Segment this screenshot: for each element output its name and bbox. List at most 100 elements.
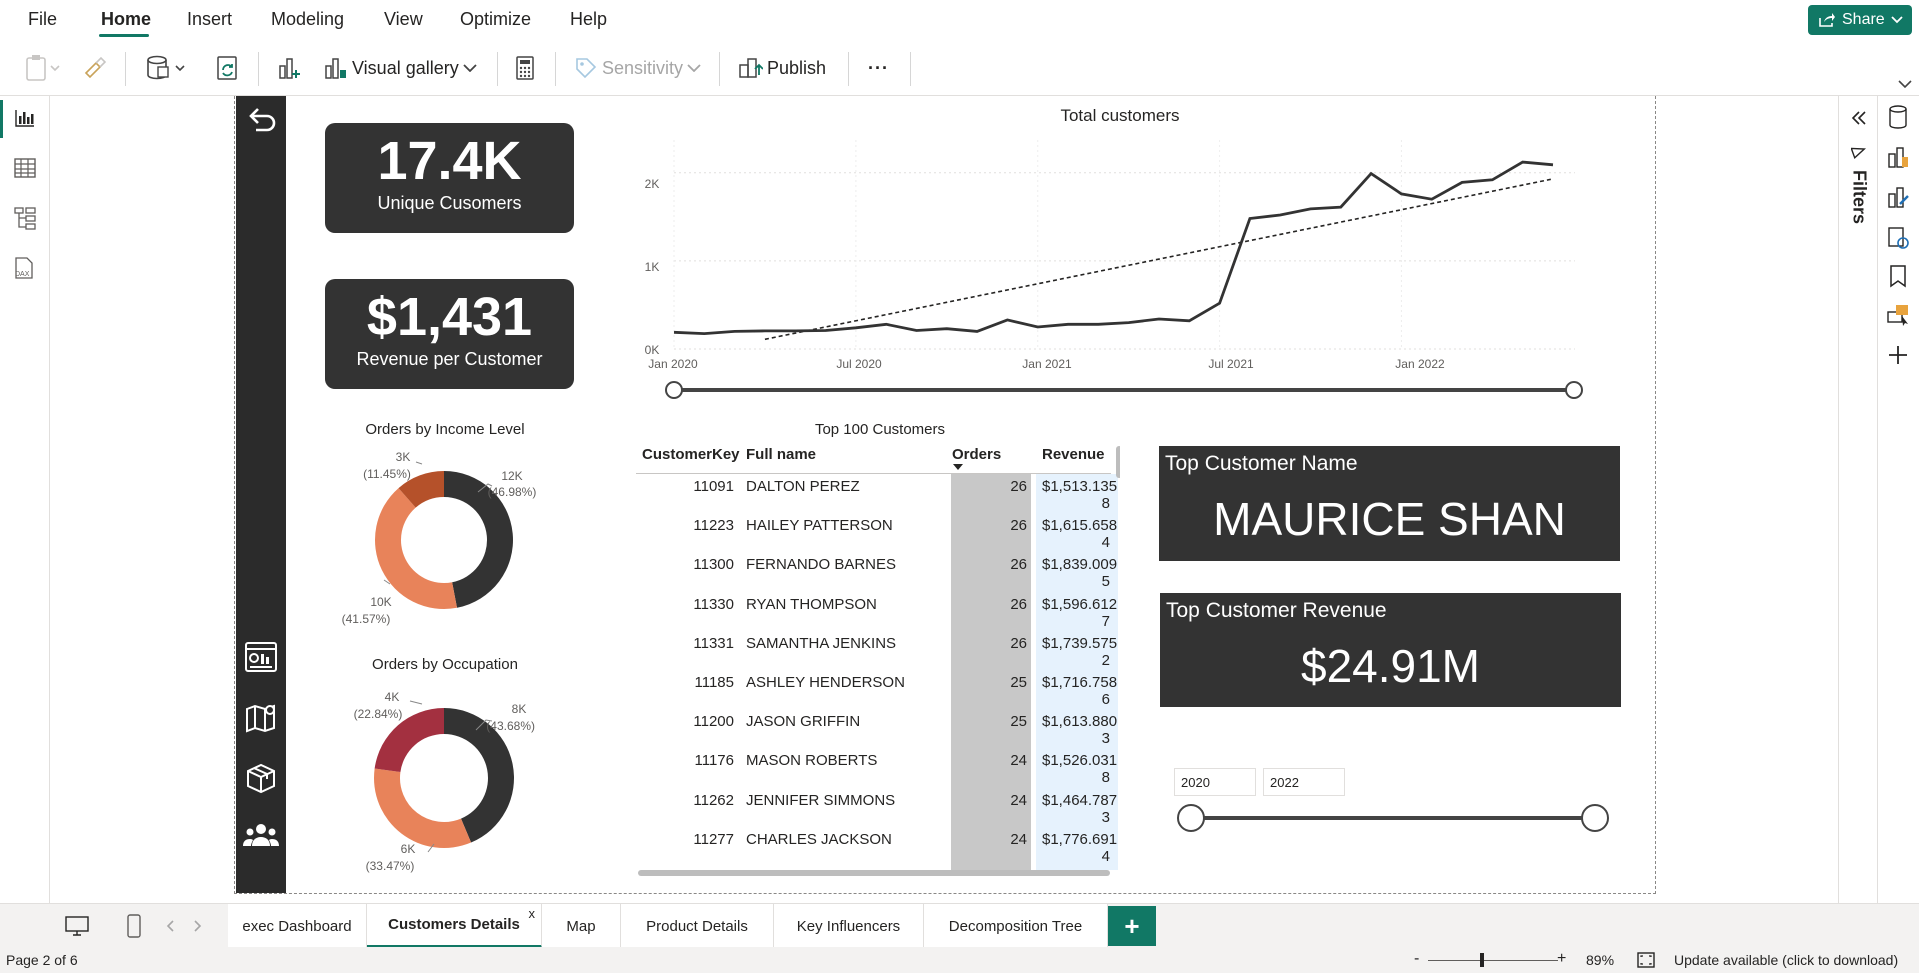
table-row[interactable]: 11262 JENNIFER SIMMONS 24 $1,464.787 3: [636, 788, 1117, 827]
selection-pane-icon[interactable]: [1886, 302, 1912, 328]
income-label-12k-pct: (46.98%): [488, 485, 537, 499]
unique-customers-card[interactable]: 17.4K Unique Cusomers: [325, 123, 574, 233]
income-donut-title: Orders by Income Level: [365, 421, 525, 438]
dashboard-nav-icon[interactable]: [244, 640, 278, 674]
cell-full-name: DALTON PEREZ: [746, 478, 860, 495]
calculator-button[interactable]: [514, 50, 536, 86]
table-row[interactable]: 11277 CHARLES JACKSON 24 $1,776.691 4: [636, 827, 1117, 866]
mobile-layout-icon[interactable]: [126, 913, 142, 939]
table-horizontal-scrollbar[interactable]: [638, 870, 1110, 876]
collapse-ribbon-icon[interactable]: [1898, 80, 1912, 88]
sensitivity-button[interactable]: Sensitivity: [574, 50, 701, 86]
table-row[interactable]: 11300 FERNANDO BARNES 26 $1,839.009 5: [636, 552, 1117, 591]
table-view-icon[interactable]: [14, 158, 36, 178]
occupation-donut-chart[interactable]: 8K (43.68%) 4K (22.84%) 6K (33.47%): [330, 676, 580, 876]
table-row[interactable]: 11331 SAMANTHA JENKINS 26 $1,739.575 2: [636, 631, 1117, 670]
update-available-link[interactable]: Update available (click to download): [1674, 952, 1898, 968]
menu-optimize[interactable]: Optimize: [460, 9, 531, 30]
slicer-to-input[interactable]: 2022: [1263, 768, 1345, 796]
card-title: Top Customer Name: [1165, 452, 1358, 475]
y-tick-0k: 0K: [645, 343, 660, 357]
cell-customerkey: 11331: [693, 634, 734, 652]
menu-modeling[interactable]: Modeling: [271, 9, 344, 30]
top-customer-revenue-card[interactable]: Top Customer Revenue $24.91M: [1160, 593, 1621, 707]
fit-to-page-icon[interactable]: [1636, 951, 1656, 969]
year-range-slider[interactable]: [1170, 800, 1620, 836]
data-pane-icon[interactable]: [1886, 104, 1910, 130]
format-painter-button[interactable]: [82, 50, 108, 86]
report-view-icon[interactable]: [14, 108, 36, 128]
income-donut-chart[interactable]: 12K (46.98%) 3K (11.45%) 10K (41.57%): [330, 440, 580, 630]
get-data-button[interactable]: [144, 50, 188, 86]
menu-insert[interactable]: Insert: [187, 9, 232, 30]
map-nav-icon[interactable]: [244, 701, 278, 735]
table-row[interactable]: 11176 MASON ROBERTS 24 $1,526.031 8: [636, 748, 1118, 787]
cell-revenue: $1,613.880: [1042, 713, 1118, 731]
tab-key-influencers[interactable]: Key Influencers: [774, 904, 924, 948]
zoom-out-button[interactable]: -: [1414, 950, 1419, 968]
menu-home[interactable]: Home: [101, 9, 151, 30]
product-box-nav-icon[interactable]: [244, 761, 278, 795]
kpi-label: Unique Cusomers: [377, 193, 522, 213]
income-label-10k-pct: (41.57%): [342, 612, 391, 626]
dax-query-view-icon[interactable]: DAX: [12, 256, 36, 280]
date-range-end-handle[interactable]: [1565, 381, 1583, 399]
cell-customerkey: 11091: [693, 478, 734, 495]
publish-button[interactable]: Publish: [737, 50, 826, 86]
tab-decomposition-tree[interactable]: Decomposition Tree: [924, 904, 1108, 948]
filters-pane-collapsed[interactable]: Filters: [1838, 96, 1878, 903]
back-arrow-icon[interactable]: [244, 102, 278, 136]
tab-scroll-left-icon[interactable]: [166, 920, 174, 932]
expand-filters-icon[interactable]: [1851, 110, 1867, 126]
occupation-label-8k: 8K: [512, 702, 527, 716]
menu-help[interactable]: Help: [570, 9, 607, 30]
table-row[interactable]: 11185 ASHLEY HENDERSON 25 $1,716.758 6: [636, 670, 1118, 709]
zoom-slider-thumb[interactable]: [1480, 953, 1484, 967]
desktop-layout-icon[interactable]: [64, 914, 90, 938]
tab-scroll-right-icon[interactable]: [194, 920, 202, 932]
more-options-button[interactable]: ···: [868, 50, 889, 86]
zoom-in-button[interactable]: +: [1557, 950, 1566, 968]
header-customerkey[interactable]: CustomerKey: [642, 446, 740, 463]
add-pane-icon[interactable]: [1887, 344, 1909, 366]
table-row[interactable]: 11223 HAILEY PATTERSON 26 $1,615.658 4: [636, 513, 1117, 552]
tab-label: Customers Details: [388, 916, 520, 933]
tab-map[interactable]: Map: [542, 904, 621, 948]
tab-close-button[interactable]: x: [529, 906, 536, 921]
visual-gallery-button[interactable]: Visual gallery: [322, 50, 477, 86]
year-slider-end-handle[interactable]: [1581, 804, 1609, 832]
header-full-name[interactable]: Full name: [746, 446, 816, 463]
refresh-button[interactable]: [214, 50, 242, 86]
date-range-start-handle[interactable]: [665, 381, 683, 399]
card-value: MAURICE SHAN: [1213, 493, 1566, 545]
add-page-button[interactable]: +: [1108, 906, 1156, 946]
tab-exec-dashboard[interactable]: exec Dashboard: [228, 904, 367, 948]
menu-file[interactable]: File: [28, 9, 57, 30]
table-row[interactable]: 11200 JASON GRIFFIN 25 $1,613.880 3: [636, 709, 1117, 748]
menu-view[interactable]: View: [384, 9, 423, 30]
table-row[interactable]: 11091 DALTON PEREZ 26 $1,513.135 8: [636, 474, 1117, 513]
share-button[interactable]: Share: [1808, 5, 1912, 35]
tab-customers-details[interactable]: Customers Details x: [367, 904, 542, 948]
new-visual-button[interactable]: [276, 50, 302, 86]
paste-button[interactable]: [24, 50, 62, 86]
table-vertical-scrollbar[interactable]: [1116, 446, 1120, 478]
tab-product-details[interactable]: Product Details: [621, 904, 774, 948]
build-visual-icon[interactable]: [1886, 144, 1910, 170]
header-revenue[interactable]: Revenue: [1042, 446, 1105, 463]
year-slider-start-handle[interactable]: [1177, 804, 1205, 832]
analytics-icon[interactable]: [1886, 224, 1910, 250]
donut-slice-6k[interactable]: [374, 768, 472, 848]
header-orders[interactable]: Orders: [952, 446, 1001, 463]
table-row[interactable]: 11330 RYAN THOMPSON 26 $1,596.612 7: [636, 592, 1117, 631]
top-customers-table[interactable]: CustomerKey Full name Orders Revenue 110…: [636, 440, 1120, 870]
bookmark-icon[interactable]: [1888, 264, 1908, 288]
revenue-per-customer-card[interactable]: $1,431 Revenue per Customer: [325, 279, 574, 389]
format-visual-icon[interactable]: [1886, 184, 1910, 210]
customers-nav-icon[interactable]: [242, 820, 280, 850]
model-view-icon[interactable]: [14, 206, 36, 230]
total-customers-line-chart[interactable]: 2K 1K 0K Jan 2020 Jul 2020 Jan 2021 Jul …: [630, 140, 1590, 410]
slicer-from-input[interactable]: 2020: [1174, 768, 1256, 796]
top-customer-name-card[interactable]: Top Customer Name MAURICE SHAN: [1159, 446, 1620, 561]
x-tick-jul-2021: Jul 2021: [1208, 357, 1254, 371]
